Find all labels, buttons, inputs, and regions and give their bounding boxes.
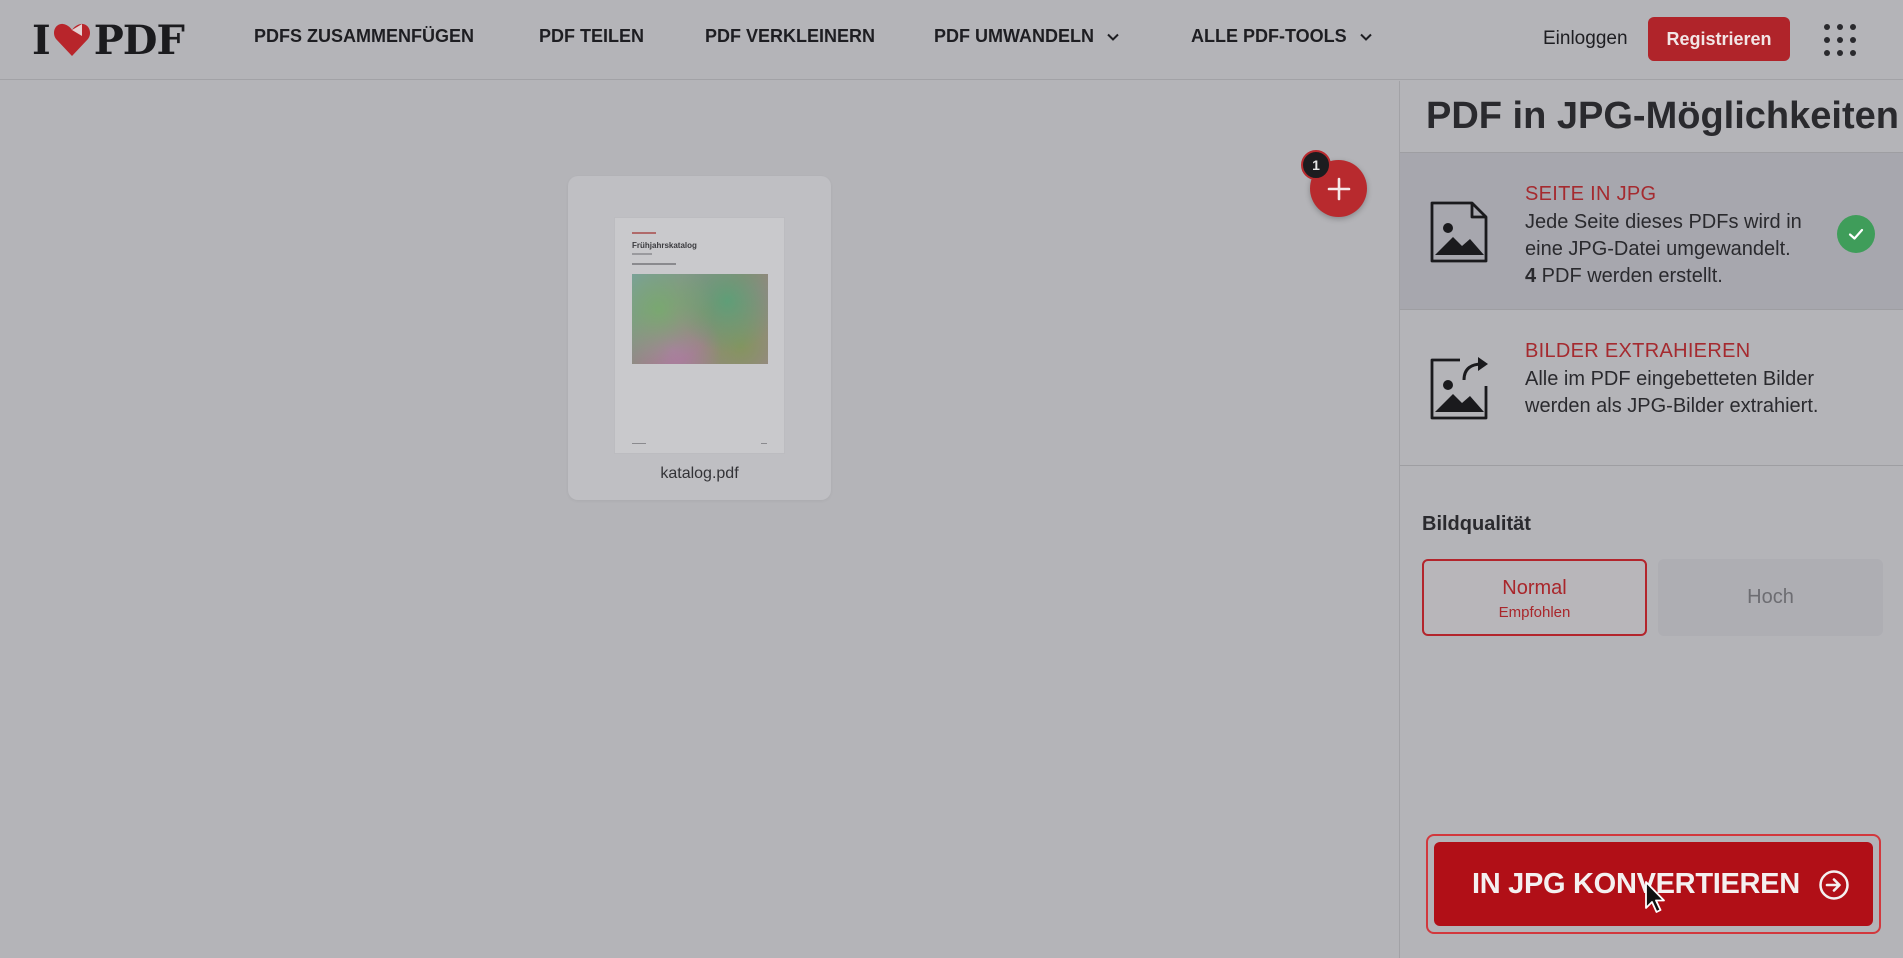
- quality-high-button[interactable]: Hoch: [1658, 559, 1883, 636]
- sidebar-title: PDF in JPG-Möglichkeiten: [1426, 95, 1899, 137]
- plus-icon: [1327, 177, 1350, 200]
- option-extract-images[interactable]: BILDER EXTRAHIEREN Alle im PDF eingebett…: [1400, 309, 1903, 466]
- nav-merge-pdf[interactable]: PDFS ZUSAMMENFÜGEN: [254, 26, 474, 47]
- ilovepdf-logo[interactable]: I PDF: [32, 16, 185, 64]
- chevron-down-icon: [1359, 33, 1372, 41]
- convert-to-jpg-button[interactable]: IN JPG KONVERTIEREN: [1434, 842, 1873, 926]
- quality-normal-label: Normal: [1502, 577, 1567, 599]
- quality-label: Bildqualität: [1422, 513, 1531, 535]
- thumb-title: Frühjahrskatalog: [632, 241, 697, 250]
- top-navbar: I PDF PDFS ZUSAMMENFÜGEN PDF TEILEN PDF …: [0, 0, 1903, 80]
- thumb-image: [632, 274, 768, 364]
- nav-convert-pdf[interactable]: PDF UMWANDELN: [934, 26, 1120, 47]
- image-export-icon: [1430, 357, 1488, 420]
- thumb-footer-left: [632, 443, 646, 444]
- convert-button-focus-ring: IN JPG KONVERTIEREN: [1426, 834, 1881, 934]
- option-page-to-jpg[interactable]: SEITE IN JPG Jede Seite dieses PDFs wird…: [1400, 152, 1903, 309]
- arrow-right-circle-icon: [1819, 870, 1849, 900]
- option-description: Alle im PDF eingebetteten Bilder werden …: [1525, 368, 1819, 417]
- nav-label: ALLE PDF-TOOLS: [1191, 26, 1347, 46]
- option-description: Jede Seite dieses PDFs wird in eine JPG-…: [1525, 209, 1835, 290]
- check-icon: [1848, 228, 1864, 240]
- logo-text-left: I: [32, 16, 51, 64]
- heart-logo-icon: [53, 23, 90, 56]
- nav-label: PDF TEILEN: [539, 26, 645, 46]
- register-button[interactable]: Registrieren: [1648, 17, 1790, 61]
- file-workspace: Frühjahrskatalog katalog.pdf: [0, 81, 1399, 958]
- page-count-suffix: PDF werden erstellt.: [1536, 265, 1723, 287]
- thumb-accent-line: [632, 232, 656, 234]
- selected-check: [1837, 215, 1875, 253]
- convert-button-label: IN JPG KONVERTIEREN: [1472, 867, 1800, 900]
- option-description-text: Jede Seite dieses PDFs wird in eine JPG-…: [1525, 211, 1802, 260]
- options-sidebar: PDF in JPG-Möglichkeiten SEITE IN JPG Je…: [1399, 81, 1903, 958]
- thumb-footer-right: [761, 443, 767, 444]
- logo-text-right: PDF: [93, 16, 185, 64]
- thumb-text-line: [632, 263, 676, 265]
- chevron-down-icon: [1107, 33, 1119, 41]
- page-count: 4: [1525, 265, 1537, 287]
- nav-label: PDF VERKLEINERN: [705, 26, 876, 46]
- nav-label: PDF UMWANDELN: [934, 26, 1094, 46]
- nav-label: PDFS ZUSAMMENFÜGEN: [254, 26, 474, 46]
- login-link[interactable]: Einloggen: [1543, 28, 1628, 50]
- image-icon: [1430, 201, 1488, 263]
- option-heading: BILDER EXTRAHIEREN: [1525, 340, 1751, 362]
- option-heading: SEITE IN JPG: [1525, 183, 1657, 205]
- file-card[interactable]: Frühjahrskatalog katalog.pdf: [568, 176, 831, 500]
- mouse-cursor-icon: [1645, 881, 1665, 913]
- apps-grid-icon[interactable]: [1822, 22, 1858, 58]
- file-name: katalog.pdf: [660, 465, 739, 482]
- quality-normal-sub: Empfohlen: [1498, 604, 1571, 621]
- nav-split-pdf[interactable]: PDF TEILEN: [539, 26, 644, 47]
- file-count-badge: 1: [1301, 150, 1331, 180]
- thumb-subtitle-line: [632, 253, 652, 255]
- nav-all-tools[interactable]: ALLE PDF-TOOLS: [1191, 26, 1373, 47]
- nav-compress-pdf[interactable]: PDF VERKLEINERN: [705, 26, 875, 47]
- quality-normal-button[interactable]: Normal Empfohlen: [1422, 559, 1647, 636]
- pdf-thumbnail: Frühjahrskatalog: [614, 217, 785, 454]
